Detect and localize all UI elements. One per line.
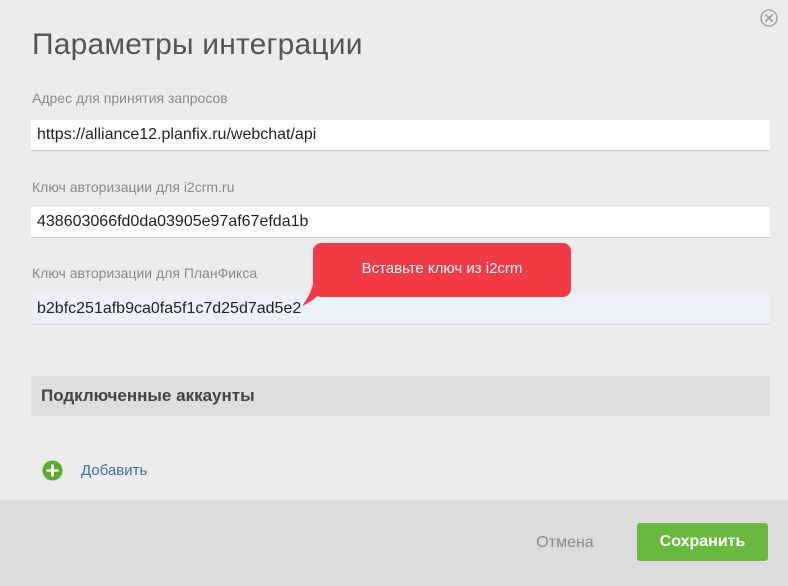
request-address-input[interactable]	[31, 120, 770, 151]
close-icon[interactable]	[760, 9, 778, 27]
integration-settings-dialog: Параметры интеграции Адрес для принятия …	[0, 0, 788, 586]
planfix-key-label: Ключ авторизации для ПланФикса	[32, 265, 258, 281]
cancel-button[interactable]: Отмена	[520, 528, 610, 558]
i2crm-key-label: Ключ авторизации для i2crm.ru	[32, 179, 235, 195]
paste-key-tooltip: Вставьте ключ из i2crm	[313, 243, 571, 297]
section-title: Подключенные аккаунты	[41, 386, 255, 405]
connected-accounts-section-header: Подключенные аккаунты	[31, 376, 770, 416]
plus-circle-icon	[42, 460, 63, 480]
i2crm-key-input[interactable]	[31, 207, 770, 238]
planfix-key-input[interactable]	[31, 294, 770, 325]
request-address-label: Адрес для принятия запросов	[32, 90, 228, 106]
tooltip-text: Вставьте ключ из i2crm	[361, 260, 523, 277]
add-account-label[interactable]: Добавить	[81, 462, 147, 479]
add-account-link[interactable]: Добавить	[42, 459, 147, 481]
dialog-title: Параметры интеграции	[32, 28, 363, 61]
save-button[interactable]: Сохранить	[637, 523, 768, 561]
